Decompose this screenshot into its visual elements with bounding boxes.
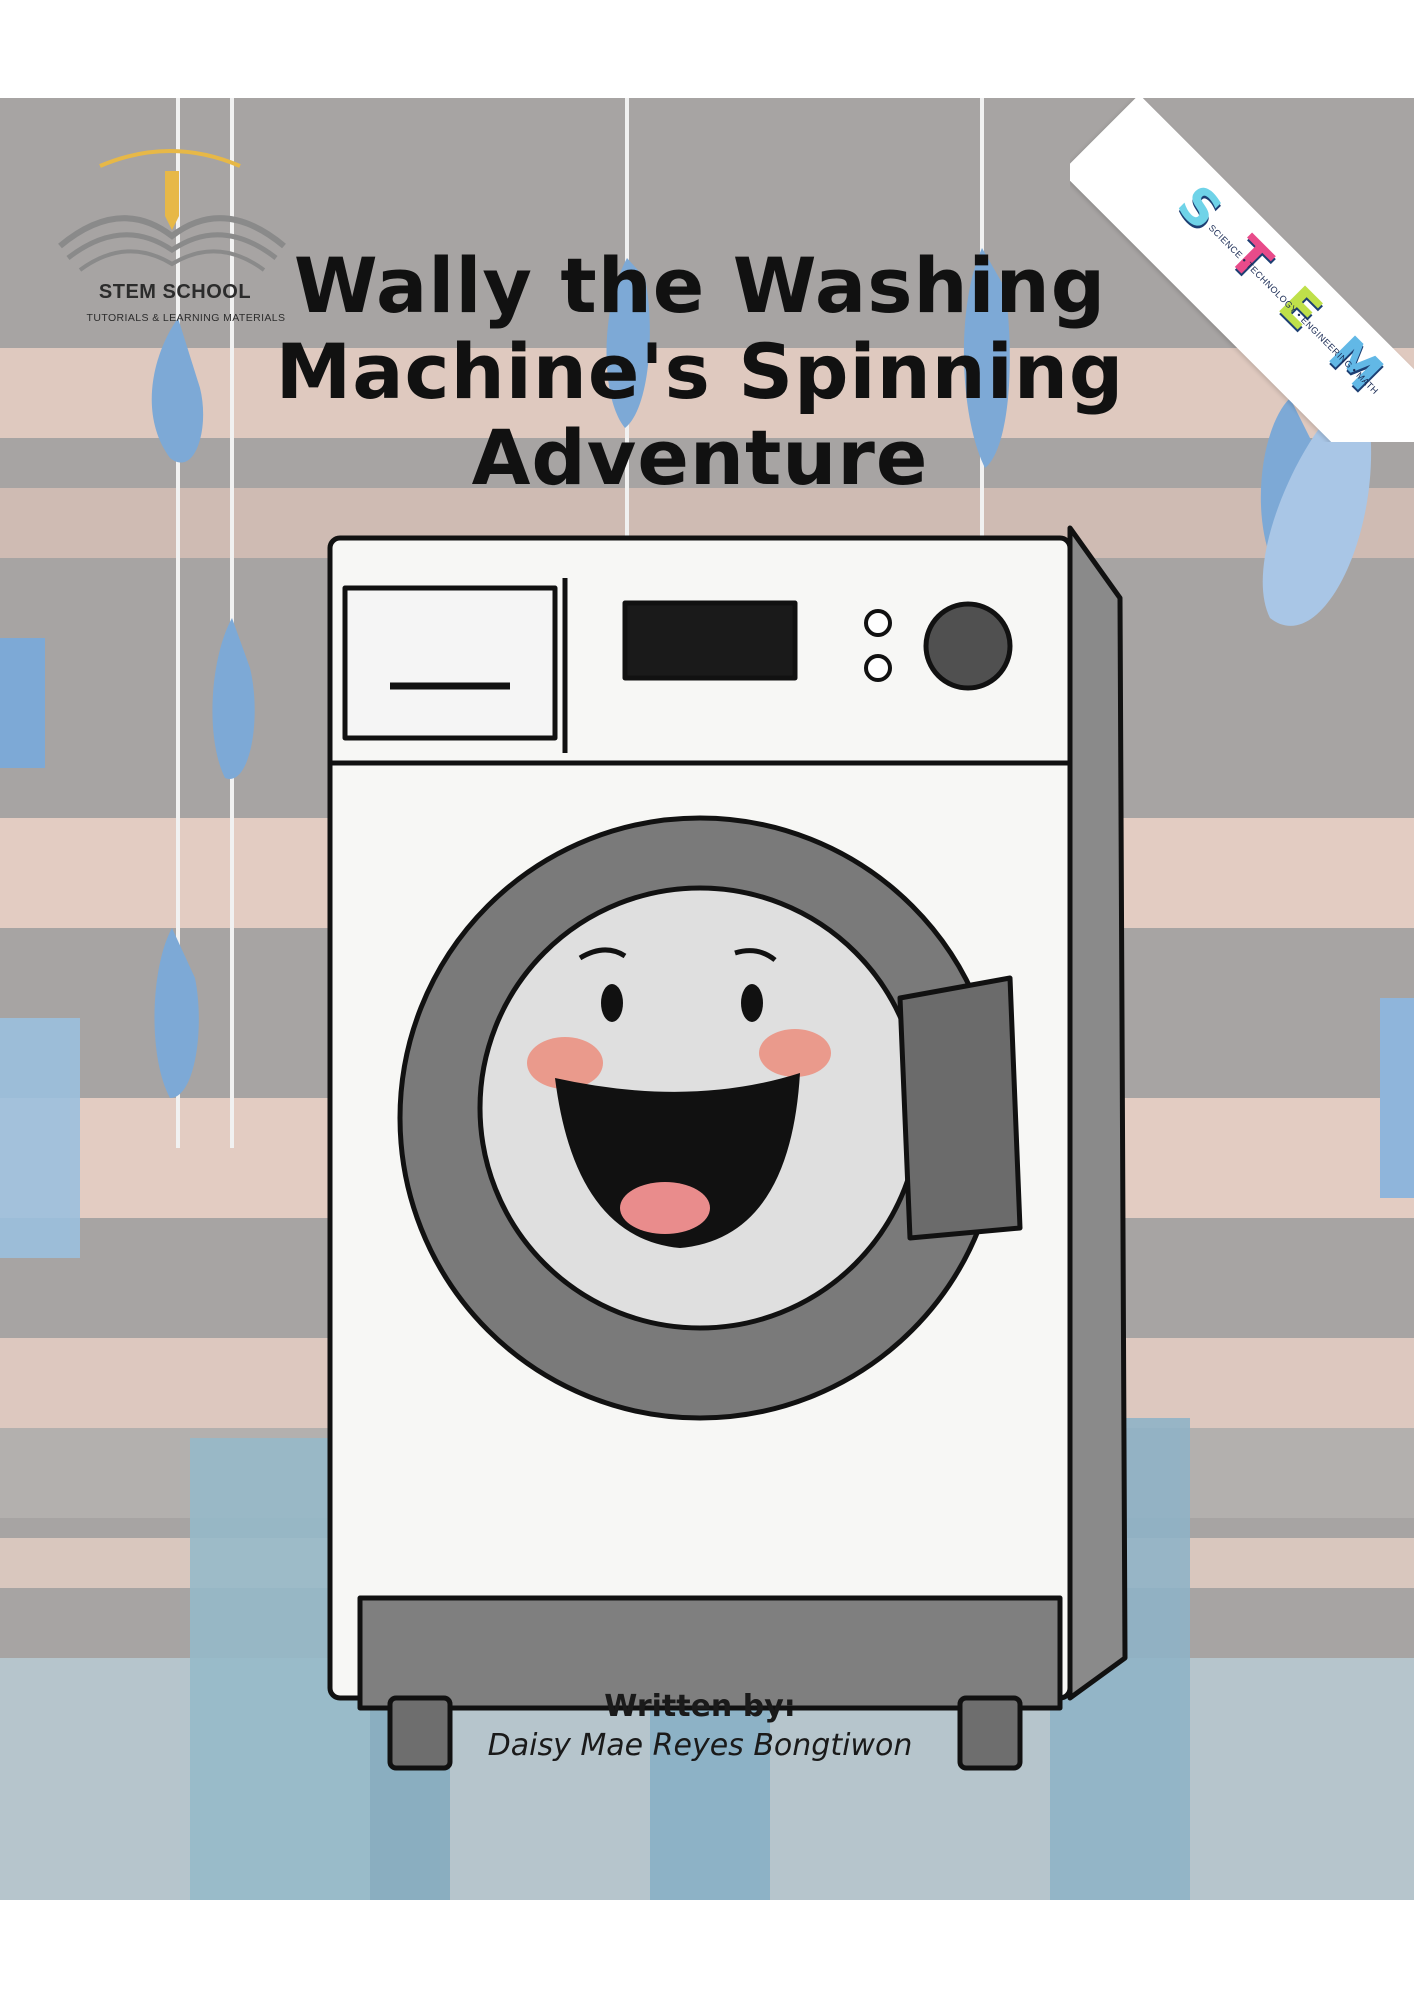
control-dial <box>923 601 1013 691</box>
door-hinge <box>897 975 1023 1241</box>
byline-label: Written by: <box>604 1689 796 1724</box>
right-eye <box>741 984 763 1022</box>
author-name: Daisy Mae Reyes Bongtiwon <box>487 1728 913 1763</box>
tongue <box>620 1182 710 1234</box>
stem-corner-banner: S T E M SCIENCE • TECHNOLOGY • ENGINEERI… <box>1070 98 1414 442</box>
title-line: Machine's Spinning <box>275 327 1125 416</box>
left-eye <box>601 984 623 1022</box>
book-title: Wally the Washing Machine's Spinning Adv… <box>250 243 1150 501</box>
small-knob <box>864 609 892 637</box>
small-knob <box>864 654 892 682</box>
display-screen <box>622 600 798 681</box>
title-line: Adventure <box>471 413 929 502</box>
detergent-drawer <box>342 585 558 741</box>
right-cheek <box>759 1029 831 1077</box>
side-box-left <box>0 638 45 768</box>
side-box-left <box>0 1018 80 1258</box>
side-box-right <box>1380 998 1414 1198</box>
author-byline: Written by: Daisy Mae Reyes Bongtiwon <box>380 1688 1020 1766</box>
book-cover: STEM SCHOOL TUTORIALS & LEARNING MATERIA… <box>0 98 1414 1900</box>
title-line: Wally the Washing <box>293 241 1107 330</box>
machine-side-shadow <box>1067 525 1128 1701</box>
